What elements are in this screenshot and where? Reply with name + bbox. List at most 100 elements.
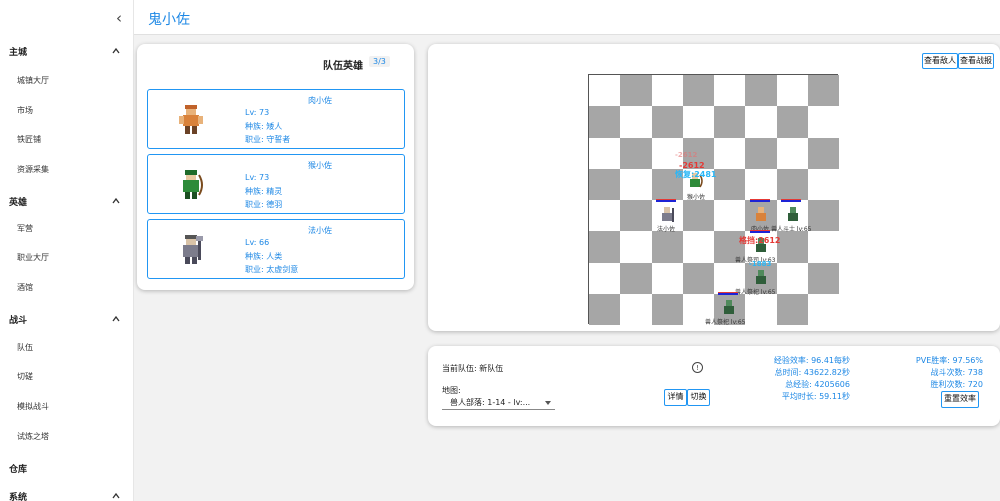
sidebar-section-label: 系统 (9, 493, 28, 501)
sidebar-item-barracks[interactable]: 军营 (17, 222, 33, 236)
hp-bar (718, 292, 738, 295)
board-cell (651, 75, 683, 107)
board-cell (589, 231, 621, 263)
current-team-label: 当前队伍: 新队伍 (442, 364, 504, 373)
win-count: 胜利次数: 720 (930, 380, 983, 389)
chess-board: 猴小佐 法小佐 肉小佐 兽人斗士 lv:65 兽人祭司 lv:63 (588, 74, 839, 326)
board-cell (714, 106, 746, 138)
hero-card-monkey[interactable]: 猴小佐 Lv: 73 种族: 精灵 职业: 德羽 (147, 154, 405, 214)
hero-race: 种族: 人类 (245, 252, 283, 261)
battle-count: 战斗次数: 738 (930, 368, 983, 377)
map-select[interactable]: 兽人部落: 1-14 - lv:... (442, 396, 555, 410)
sidebar-item-class-hall[interactable]: 职业大厅 (17, 251, 49, 265)
hero-card-meat[interactable]: 肉小佐 Lv: 73 种族: 矮人 职业: 守誓者 (147, 89, 405, 149)
map-select-value: 兽人部落: 1-14 - lv:... (450, 398, 531, 407)
collapse-sidebar-icon[interactable]: ‹ (112, 9, 126, 27)
pve-winrate: PVE胜率: 97.56% (915, 356, 983, 365)
board-cell (589, 106, 621, 138)
sidebar-section-main-city[interactable]: 主城 (0, 42, 133, 62)
board-cell (682, 106, 714, 138)
board-cell (620, 231, 652, 263)
board-cell (807, 200, 839, 232)
sidebar-item-team[interactable]: 队伍 (17, 341, 33, 355)
dwarf-hero-sprite-icon (179, 105, 203, 134)
board-cell (682, 262, 714, 294)
sidebar-item-resource-gathering[interactable]: 资源采集 (17, 163, 49, 177)
hero-class: 职业: 守誓者 (245, 135, 291, 144)
team-heroes-title: 队伍英雄 (323, 61, 363, 72)
board-cell (589, 168, 621, 200)
hero-class: 职业: 太虚剑意 (245, 265, 299, 274)
sidebar-section-hero[interactable]: 英雄 (0, 192, 133, 212)
switch-button[interactable]: 切换 (687, 389, 710, 406)
sidebar-item-town-hall[interactable]: 城镇大厅 (17, 74, 49, 88)
hp-bar (781, 199, 801, 202)
board-cell (620, 137, 652, 169)
chevron-up-icon (112, 47, 120, 54)
sidebar-section-warehouse[interactable]: 仓库 (0, 459, 133, 479)
board-cell (651, 262, 683, 294)
orc-shaman-unit-icon (724, 300, 734, 314)
sidebar-item-blacksmith[interactable]: 铁匠铺 (17, 133, 41, 147)
board-cell (620, 262, 652, 294)
hp-bar (656, 199, 676, 202)
sidebar-item-spar[interactable]: 切磋 (17, 370, 33, 384)
sidebar-section-system[interactable]: 系统 (0, 487, 133, 501)
board-cell (745, 293, 777, 325)
board-cell (745, 168, 777, 200)
average-time: 平均时长: 59.11秒 (781, 392, 850, 401)
board-cell (745, 75, 777, 107)
sidebar-item-tavern[interactable]: 酒馆 (17, 281, 33, 295)
board-cell (589, 137, 621, 169)
board-unit-label: 猴小佐 (687, 194, 706, 201)
reset-efficiency-button[interactable]: 重置效率 (941, 391, 979, 408)
page-title: 鬼小佐 (148, 12, 190, 28)
detail-button[interactable]: 详情 (664, 389, 687, 406)
board-cell (589, 200, 621, 232)
team-heroes-panel: 队伍英雄 3/3 肉小佐 Lv: 73 种族: 矮人 职业: 守誓者 猴小佐 L… (137, 44, 414, 290)
sidebar-section-label: 仓库 (9, 465, 28, 475)
board-cell (745, 106, 777, 138)
sidebar-item-trial-tower[interactable]: 试炼之塔 (17, 430, 49, 444)
board-cell (620, 75, 652, 107)
hp-bar (750, 199, 770, 202)
hero-race: 种族: 精灵 (245, 187, 283, 196)
sidebar-section-label: 战斗 (9, 316, 28, 326)
board-cell (589, 293, 621, 325)
sidebar-section-label: 主城 (9, 48, 28, 58)
board-cell (714, 168, 746, 200)
board-cell (807, 75, 839, 107)
map-label: 地图: (442, 386, 461, 395)
total-time: 总时间: 43622.82秒 (774, 368, 850, 377)
board-cell (776, 293, 808, 325)
sidebar-section-battle[interactable]: 战斗 (0, 310, 133, 330)
board-unit-label: 法小佐 (657, 226, 676, 233)
board-cell (620, 168, 652, 200)
info-icon[interactable]: ! (692, 362, 703, 373)
dwarf-hero-unit-icon (756, 207, 766, 221)
team-count-badge: 3/3 (369, 56, 390, 67)
board-cell (620, 106, 652, 138)
orc-shaman-unit-icon (756, 270, 766, 284)
board-cell (776, 75, 808, 107)
board-cell (776, 168, 808, 200)
sidebar-item-market[interactable]: 市场 (17, 104, 33, 118)
exp-rate: 经验效率: 96.41每秒 (773, 356, 850, 365)
hero-level: Lv: 73 (245, 108, 270, 117)
hero-race: 种族: 矮人 (245, 122, 283, 131)
hero-name: 法小佐 (308, 226, 332, 235)
board-cell (776, 106, 808, 138)
block-text: 格挡:2612 (739, 236, 781, 245)
board-cell (682, 200, 714, 232)
elf-hero-sprite-icon (183, 170, 203, 199)
sidebar-item-simulated-battle[interactable]: 模拟战斗 (17, 400, 49, 414)
board-cell (807, 262, 839, 294)
hero-card-mage[interactable]: 法小佐 Lv: 66 种族: 人类 职业: 太虚剑意 (147, 219, 405, 279)
view-enemy-button[interactable]: 查看敌人 (922, 53, 958, 69)
top-header: 鬼小佐 (134, 0, 1000, 35)
board-unit-label: 兽人斗士 lv:65 (771, 226, 812, 233)
board-cell (776, 231, 808, 263)
orc-warrior-unit-icon (788, 207, 798, 221)
view-report-button[interactable]: 查看战报 (958, 53, 994, 69)
board-cell (807, 231, 839, 263)
